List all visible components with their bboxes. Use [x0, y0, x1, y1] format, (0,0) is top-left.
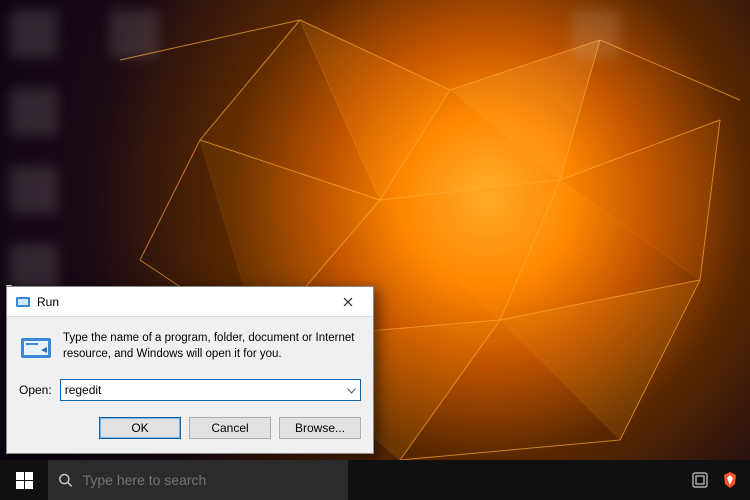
run-title-icon: [15, 294, 31, 310]
run-body: Type the name of a program, folder, docu…: [7, 317, 373, 371]
tray-app-icon[interactable]: [690, 470, 710, 490]
ok-button[interactable]: OK: [99, 417, 181, 439]
desktop-icon[interactable]: [10, 88, 58, 136]
start-button[interactable]: [0, 460, 48, 500]
system-tray: [680, 470, 750, 490]
run-description: Type the name of a program, folder, docu…: [63, 331, 361, 365]
run-button-row: OK Cancel Browse...: [7, 407, 373, 453]
desktop-icons-column: [10, 10, 58, 292]
close-icon: [343, 297, 353, 307]
taskbar-search-input[interactable]: [83, 472, 338, 488]
desktop-icon[interactable]: [10, 244, 58, 292]
run-title: Run: [37, 295, 327, 309]
taskbar-search[interactable]: [48, 460, 348, 500]
open-combobox[interactable]: [60, 379, 361, 401]
run-open-row: Open:: [7, 371, 373, 407]
open-label: Open:: [19, 383, 52, 397]
desktop-icon[interactable]: [10, 166, 58, 214]
cancel-button[interactable]: Cancel: [189, 417, 271, 439]
run-body-icon: [19, 331, 53, 365]
desktop-icon[interactable]: [110, 10, 158, 58]
windows-logo-icon: [16, 472, 33, 489]
desktop-icon[interactable]: [572, 10, 620, 58]
search-icon: [58, 472, 73, 488]
run-titlebar[interactable]: Run: [7, 287, 373, 317]
chevron-down-icon[interactable]: [347, 383, 356, 397]
tray-brave-icon[interactable]: [720, 470, 740, 490]
browse-button[interactable]: Browse...: [279, 417, 361, 439]
close-button[interactable]: [327, 288, 369, 316]
desktop-icon[interactable]: [10, 10, 58, 58]
taskbar: [0, 460, 750, 500]
open-input[interactable]: [65, 383, 356, 397]
run-dialog: Run Type the name of a program, folder, …: [6, 286, 374, 454]
